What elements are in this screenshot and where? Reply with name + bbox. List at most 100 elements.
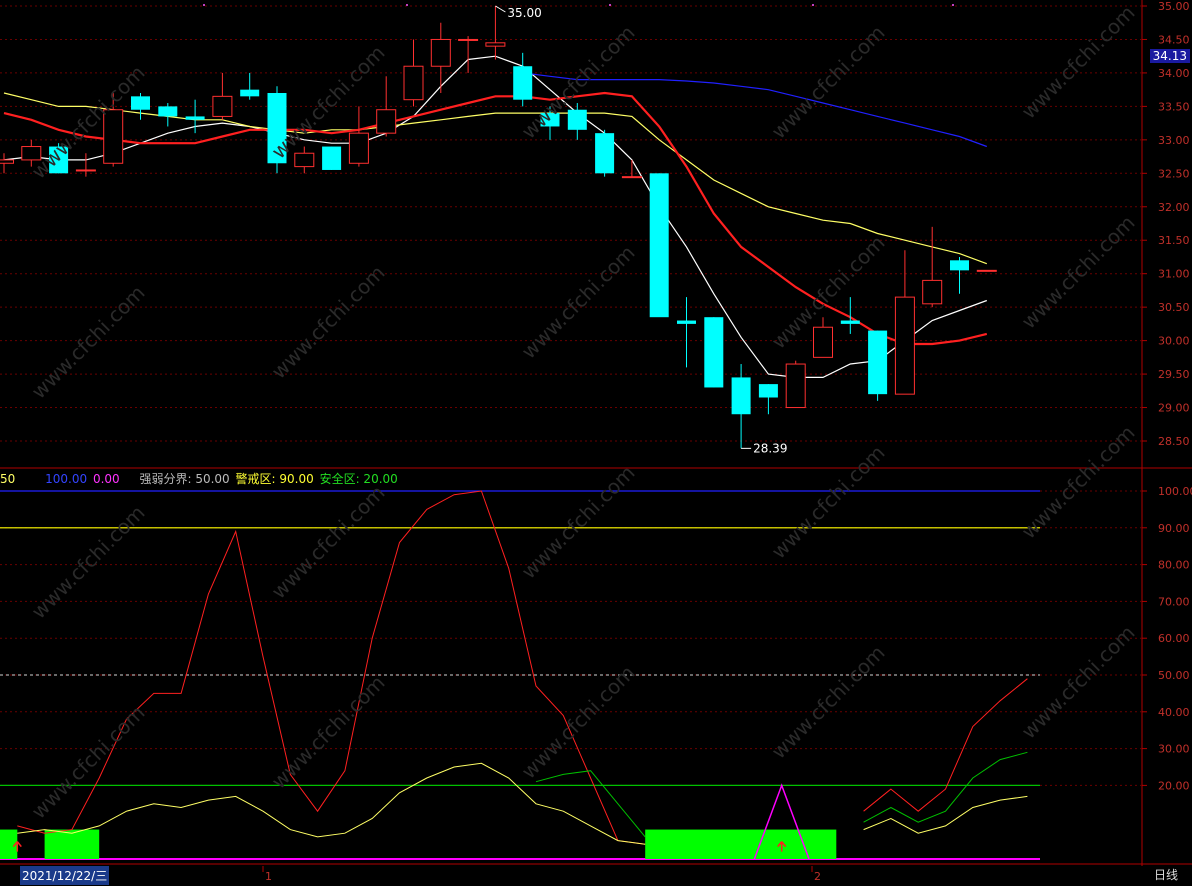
- candle-body: [785, 363, 806, 409]
- candle-body: [595, 133, 615, 174]
- candle: [704, 317, 724, 388]
- candle: [403, 39, 424, 107]
- watermark-text: www.cfchi.com: [517, 241, 640, 364]
- header-item-1: 100.00: [45, 472, 88, 486]
- price-tick-label: 31.00: [1158, 268, 1190, 281]
- header-item-5: 安全区: 20.00: [319, 472, 398, 486]
- price-tick-label: 28.50: [1158, 435, 1190, 448]
- ind-series-2: [17, 762, 1028, 845]
- header-item-3: 强弱分界: 50.00: [139, 472, 230, 486]
- candle: [376, 76, 397, 137]
- candle: [430, 22, 451, 93]
- candle: [75, 153, 96, 177]
- ma-line-0: [3, 55, 988, 378]
- candle-body: [485, 42, 506, 47]
- low-label: 28.39: [753, 441, 787, 455]
- watermark-text: www.cfchi.com: [27, 61, 150, 184]
- price-tick-label: 31.50: [1158, 234, 1190, 247]
- candle: [950, 256, 969, 294]
- candle: [294, 146, 315, 174]
- candle-body: [513, 66, 533, 100]
- ind-tick-label: 30.00: [1158, 743, 1190, 756]
- candle: [567, 103, 587, 140]
- candle: [0, 153, 14, 174]
- x-tick-label: 2: [814, 870, 821, 883]
- candle: [131, 93, 150, 120]
- candle-body: [840, 320, 860, 324]
- candle-body: [348, 132, 369, 164]
- candle: [922, 226, 943, 308]
- watermark-text: www.cfchi.com: [27, 281, 150, 404]
- header-item-4: 警戒区: 90.00: [235, 472, 314, 486]
- candle-body: [813, 326, 833, 358]
- candle-body: [922, 279, 943, 305]
- candle: [212, 72, 233, 120]
- watermark-text: www.cfchi.com: [267, 261, 390, 384]
- candle: [785, 360, 806, 409]
- candle: [731, 364, 751, 449]
- period-label[interactable]: 日线: [1154, 866, 1178, 883]
- ind-tick-label: 90.00: [1158, 522, 1190, 535]
- current-price-tag: 34.13: [1149, 49, 1190, 63]
- price-tick-label: 30.50: [1158, 301, 1190, 314]
- top-marker: [406, 4, 408, 6]
- candle: [458, 36, 479, 73]
- candle: [976, 269, 997, 272]
- candle-body: [868, 330, 888, 395]
- candle-body: [376, 109, 397, 134]
- candle-body: [403, 65, 424, 101]
- candle-body: [458, 38, 479, 41]
- candle: [158, 103, 178, 127]
- ind-tick-label: 80.00: [1158, 559, 1190, 572]
- candle-body: [567, 109, 587, 130]
- chart-canvas: 35.00 34.50 34.00 33.50 33.00 32.50 32.00 31.50…: [0, 0, 1192, 883]
- watermark-text: www.cfchi.com: [1017, 421, 1140, 544]
- watermark-text: www.cfchi.com: [267, 481, 390, 604]
- candle-body: [704, 317, 724, 388]
- watermark-text: www.cfchi.com: [27, 501, 150, 624]
- candle: [348, 106, 369, 167]
- candle-body: [758, 384, 778, 398]
- candle: [595, 129, 615, 177]
- price-tick-label: 32.50: [1158, 167, 1190, 180]
- candle-body: [0, 159, 14, 164]
- watermark-text: www.cfchi.com: [1017, 211, 1140, 334]
- candle: [677, 297, 696, 368]
- ind-tick-label: 100.00: [1158, 485, 1192, 498]
- date-label: 2021/12/22/三: [20, 866, 110, 885]
- watermark-text: www.cfchi.com: [27, 701, 150, 824]
- green-block: [44, 829, 100, 859]
- ma-line-2: [3, 91, 988, 346]
- price-tick-label: 35.00: [1158, 0, 1190, 13]
- ind-tick-label: 40.00: [1158, 706, 1190, 719]
- candle: [513, 52, 533, 107]
- watermark-text: www.cfchi.com: [267, 671, 390, 794]
- watermark-text: www.cfchi.com: [1017, 1, 1140, 124]
- candle-body: [158, 106, 178, 117]
- watermark-text: www.cfchi.com: [1017, 621, 1140, 744]
- top-marker: [609, 4, 611, 6]
- price-tick-label: 34.50: [1158, 33, 1190, 46]
- indicator-header: 50 100.00 0.00 强弱分界: 50.00 警戒区: 90.00 安全…: [0, 470, 400, 487]
- candle-body: [240, 89, 260, 97]
- top-marker: [812, 4, 814, 6]
- candle-body: [731, 377, 751, 415]
- x-tick-label: 1: [265, 870, 272, 883]
- top-marker: [203, 4, 205, 6]
- ind-tick-label: 50.00: [1158, 669, 1190, 682]
- candle-body: [294, 152, 315, 168]
- ma-line-1: [3, 92, 988, 265]
- candle-body: [212, 95, 233, 117]
- watermark-text: www.cfchi.com: [767, 641, 890, 764]
- top-marker: [952, 4, 954, 6]
- candle-body: [185, 116, 205, 120]
- price-tick-label: 33.00: [1158, 134, 1190, 147]
- watermark-text: www.cfchi.com: [517, 661, 640, 784]
- header-item-0: 50: [0, 472, 16, 486]
- candle: [240, 72, 260, 100]
- candle-body: [131, 96, 150, 110]
- candle: [813, 317, 833, 358]
- candle-body: [950, 260, 969, 271]
- ind-tick-label: 70.00: [1158, 595, 1190, 608]
- candle: [649, 173, 669, 318]
